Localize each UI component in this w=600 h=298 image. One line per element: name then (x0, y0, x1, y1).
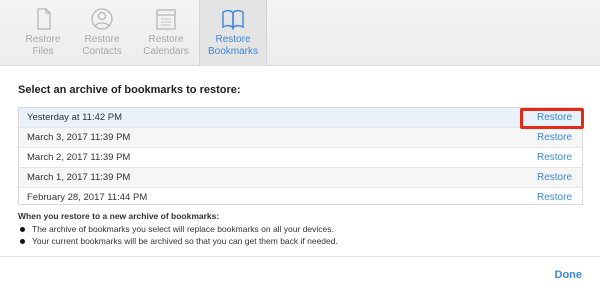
book-icon (222, 9, 244, 31)
archive-date: March 1, 2017 11:39 PM (27, 172, 131, 183)
archive-date: March 2, 2017 11:39 PM (27, 152, 131, 163)
tab-label-line1: Restore (148, 34, 184, 45)
section-heading: Select an archive of bookmarks to restor… (18, 84, 241, 96)
restore-notes: When you restore to a new archive of boo… (18, 211, 338, 247)
done-button[interactable]: Done (555, 269, 583, 281)
restore-link[interactable]: Restore (537, 172, 572, 183)
restore-highlight-box (520, 108, 584, 129)
restore-link[interactable]: Restore (537, 152, 572, 163)
archive-row[interactable]: Yesterday at 11:42 PM Restore (19, 108, 582, 128)
tab-restore-bookmarks[interactable]: Restore Bookmarks (199, 0, 267, 66)
tab-label-line1: Restore (215, 34, 251, 45)
bookmark-archive-list: Yesterday at 11:42 PM Restore March 3, 2… (18, 107, 583, 205)
tab-label-line2: Files (32, 46, 54, 57)
restore-window: Restore Files Restore Contacts Restore C… (0, 0, 600, 298)
tab-restore-files[interactable]: Restore Files (10, 0, 76, 66)
notes-bullet: The archive of bookmarks you select will… (18, 223, 338, 235)
file-icon (37, 8, 51, 30)
archive-date: February 28, 2017 11:44 PM (27, 192, 148, 203)
archive-date: March 3, 2017 11:39 PM (27, 132, 131, 143)
restore-link[interactable]: Restore (537, 132, 572, 143)
notes-bullet: Your current bookmarks will be archived … (18, 235, 338, 247)
tab-label-line2: Bookmarks (207, 46, 258, 57)
tab-label-line2: Contacts (82, 46, 122, 57)
restore-link[interactable]: Restore (537, 192, 572, 203)
tab-restore-calendars[interactable]: Restore Calendars (133, 0, 199, 66)
tab-label-line1: Restore (84, 34, 120, 45)
contacts-icon (91, 8, 113, 30)
tab-label-line1: Restore (25, 34, 61, 45)
notes-title: When you restore to a new archive of boo… (18, 211, 220, 221)
tab-label-line2: Calendars (143, 46, 189, 57)
archive-row[interactable]: March 3, 2017 11:39 PM Restore (19, 128, 582, 148)
archive-date: Yesterday at 11:42 PM (27, 112, 123, 123)
footer-divider (0, 256, 600, 257)
calendar-icon (156, 9, 176, 30)
tab-restore-contacts[interactable]: Restore Contacts (69, 0, 135, 66)
archive-row[interactable]: March 2, 2017 11:39 PM Restore (19, 148, 582, 168)
archive-row[interactable]: February 28, 2017 11:44 PM Restore (19, 188, 582, 204)
toolbar: Restore Files Restore Contacts Restore C… (0, 0, 600, 66)
archive-row[interactable]: March 1, 2017 11:39 PM Restore (19, 168, 582, 188)
